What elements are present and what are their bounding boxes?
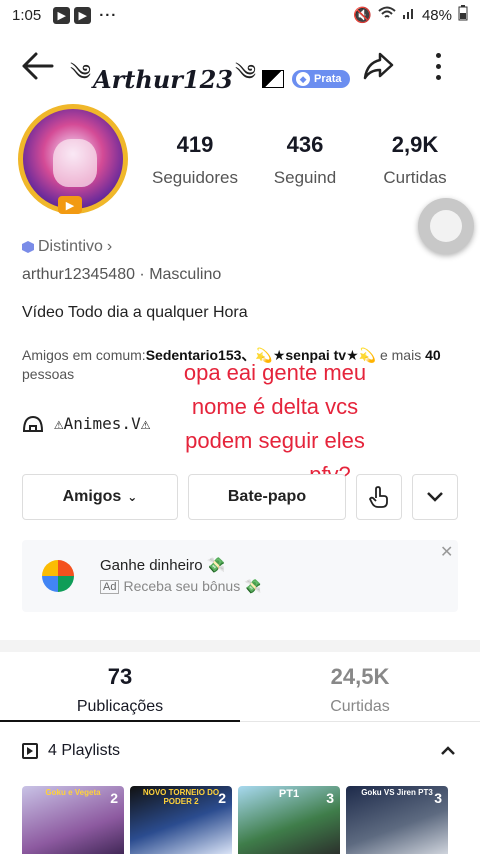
status-bar: 1:05 ▶ ▶ ··· 🔇 48% bbox=[0, 0, 480, 30]
active-tab-indicator bbox=[0, 720, 240, 722]
chat-button[interactable]: Bate-papo bbox=[188, 474, 346, 520]
stat-value: 436 bbox=[286, 132, 324, 157]
overlay-text: opa eai gente meu nome é delta vcs podem… bbox=[150, 356, 400, 492]
more-dot-icon bbox=[435, 52, 441, 58]
mutual-suffix-2: pessoas bbox=[22, 366, 75, 382]
stat-likes[interactable]: 2,9K Curtidas bbox=[360, 132, 470, 188]
more-notifications-icon: ··· bbox=[99, 6, 118, 24]
section-divider bbox=[0, 640, 480, 652]
youtube-notification-icon: ▶ bbox=[53, 6, 71, 24]
thumbnail-caption: Goku VS Jiren PT3 bbox=[361, 788, 433, 797]
chevron-up-icon bbox=[441, 746, 455, 755]
ornament-left-icon: ༄ bbox=[70, 60, 92, 85]
expand-button[interactable] bbox=[412, 474, 458, 520]
more-dot-icon bbox=[435, 63, 441, 69]
thumbnail-count: 2 bbox=[218, 790, 226, 806]
ad-subtitle-row: Ad Receba seu bônus 💸 bbox=[100, 578, 262, 595]
bio-text: Vídeo Todo dia a qualquer Hora bbox=[22, 304, 248, 321]
arrow-left-icon bbox=[22, 52, 54, 80]
overlay-line: opa eai gente meu bbox=[183, 360, 367, 385]
profile-stats: 419 Seguidores 436 Seguind 2,9K Curtidas bbox=[140, 132, 480, 188]
overlay-line: nome é delta vcs bbox=[191, 394, 359, 419]
mutual-prefix: Amigos em comum: bbox=[22, 347, 146, 363]
tab-label: Curtidas bbox=[330, 698, 390, 715]
ad-banner[interactable]: Ganhe dinheiro 💸 Ad Receba seu bônus 💸 ✕ bbox=[22, 540, 458, 612]
tab-value: 73 bbox=[107, 664, 133, 689]
playlist-thumbnail[interactable]: Goku e Vegeta 2 bbox=[22, 786, 124, 854]
rank-badge-label: Prata bbox=[314, 73, 342, 85]
playlist-thumbnail[interactable]: NOVO TORNEIO DO PODER 2 2 bbox=[130, 786, 232, 854]
touch-button[interactable] bbox=[356, 474, 402, 520]
hexagon-icon bbox=[22, 241, 34, 253]
tab-likes[interactable]: 24,5K Curtidas bbox=[240, 664, 480, 716]
ad-subtitle: Receba seu bônus 💸 bbox=[123, 578, 262, 594]
assistive-touch-button[interactable] bbox=[418, 198, 474, 254]
playlist-icon bbox=[22, 743, 38, 759]
close-icon[interactable]: ✕ bbox=[440, 542, 453, 562]
friends-button[interactable]: Amigos ⌄ bbox=[22, 474, 178, 520]
thumbnail-count: 3 bbox=[434, 790, 442, 806]
mute-icon: 🔇 bbox=[353, 7, 372, 24]
playlist-thumbnail[interactable]: PT1 3 bbox=[238, 786, 340, 854]
badge-icon: ◆ bbox=[296, 72, 311, 86]
thumbnail-caption: NOVO TORNEIO DO PODER 2 bbox=[142, 788, 220, 806]
tab-label: Publicações bbox=[76, 698, 164, 715]
stat-value: 419 bbox=[176, 132, 214, 157]
wifi-icon bbox=[378, 6, 396, 24]
chat-button-label: Bate-papo bbox=[227, 488, 307, 505]
distintivo-label: Distintivo bbox=[38, 238, 103, 255]
overlay-line: podem seguir eles bbox=[185, 428, 365, 453]
thumbnail-caption: PT1 bbox=[278, 788, 300, 800]
playlists-label: 4 Playlists bbox=[48, 742, 121, 759]
thumbnail-count: 2 bbox=[110, 790, 118, 806]
play-badge-icon: ▶ bbox=[58, 196, 82, 214]
share-button[interactable] bbox=[360, 48, 396, 84]
stat-label: Seguind bbox=[273, 168, 337, 187]
battery-percent: 48% bbox=[421, 6, 452, 24]
playlist-thumbnail[interactable]: Goku VS Jiren PT3 3 bbox=[346, 786, 448, 854]
tab-value: 24,5K bbox=[330, 664, 390, 689]
stat-label: Curtidas bbox=[383, 168, 447, 187]
profile-header: ༄ Arthur123 ༄ ◆ Prata bbox=[0, 38, 480, 94]
ad-tag: Ad bbox=[100, 579, 120, 594]
username-wrap: ༄ Arthur123 ༄ ◆ Prata bbox=[70, 48, 350, 110]
mutual-count: 40 bbox=[425, 347, 441, 363]
chevron-down-icon bbox=[427, 492, 443, 502]
status-time: 1:05 bbox=[12, 6, 42, 24]
igloo-icon bbox=[22, 415, 44, 432]
collapse-playlists-button[interactable] bbox=[440, 740, 456, 761]
thumbnail-caption: Goku e Vegeta bbox=[45, 788, 101, 797]
ad-logo-icon bbox=[42, 560, 74, 592]
battery-icon bbox=[458, 5, 468, 25]
share-icon bbox=[363, 52, 394, 80]
chevron-down-icon: ⌄ bbox=[127, 490, 138, 504]
playlists-header[interactable]: 4 Playlists bbox=[22, 742, 120, 760]
friends-button-label: Amigos bbox=[62, 488, 122, 505]
chevron-right-icon: › bbox=[106, 238, 113, 255]
playlist-thumbnails: Goku e Vegeta 2 NOVO TORNEIO DO PODER 2 … bbox=[22, 786, 448, 854]
user-id-gender: arthur12345480 · Masculino bbox=[22, 266, 222, 283]
page-title-username: Arthur123 bbox=[93, 64, 234, 94]
stat-followers[interactable]: 419 Seguidores bbox=[140, 132, 250, 188]
thumbnail-count: 3 bbox=[326, 790, 334, 806]
flag-icon bbox=[262, 70, 285, 88]
community-name: ⚠Animes.V⚠ bbox=[54, 414, 151, 433]
more-options-button[interactable] bbox=[426, 48, 450, 84]
tab-publications[interactable]: 73 Publicações bbox=[0, 664, 240, 716]
youtube-notification-icon-2: ▶ bbox=[74, 6, 92, 24]
rank-badge[interactable]: ◆ Prata bbox=[292, 70, 350, 88]
stat-value: 2,9K bbox=[391, 132, 439, 157]
back-button[interactable] bbox=[18, 46, 58, 86]
distintivo-link[interactable]: Distintivo › bbox=[22, 238, 112, 256]
hand-pointer-icon bbox=[369, 486, 388, 508]
more-dot-icon bbox=[435, 74, 441, 80]
status-notification-icons: ▶ ▶ bbox=[53, 6, 92, 24]
community-link[interactable]: ⚠Animes.V⚠ bbox=[22, 414, 150, 433]
stat-following[interactable]: 436 Seguind bbox=[250, 132, 360, 188]
stat-label: Seguidores bbox=[151, 168, 238, 187]
ad-title: Ganhe dinheiro 💸 bbox=[100, 557, 226, 574]
ornament-right-icon: ༄ bbox=[235, 60, 257, 85]
signal-icon bbox=[402, 6, 416, 24]
